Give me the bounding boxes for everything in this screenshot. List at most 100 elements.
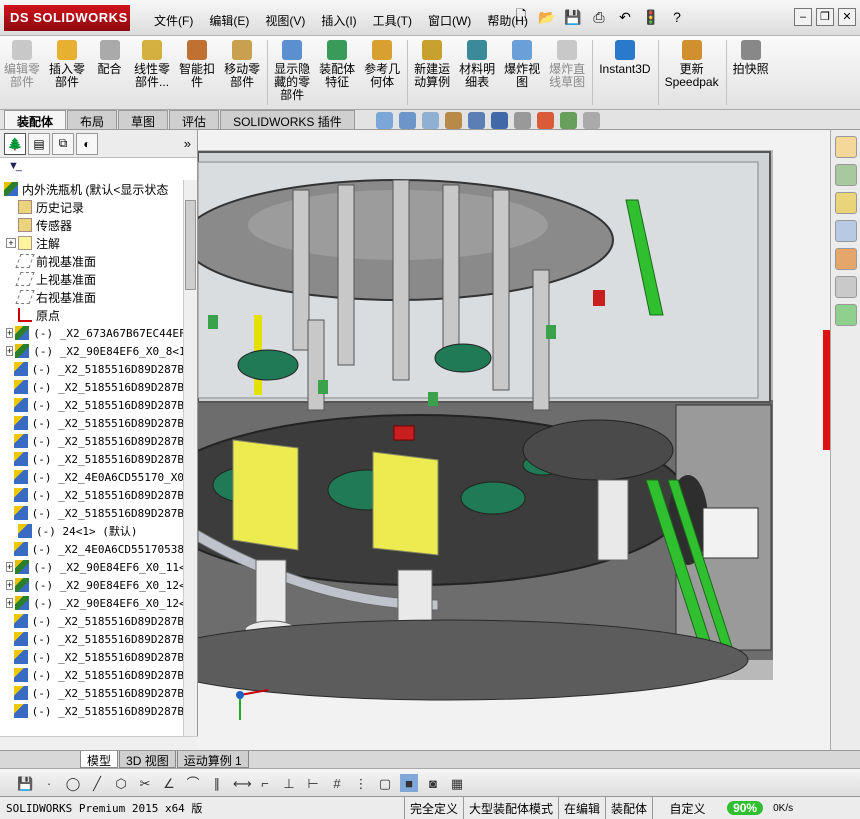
rebuild-icon[interactable]: 🚦 <box>640 6 662 28</box>
tree-item[interactable]: (-) _X2_5185516D89D287B <box>0 378 184 396</box>
expand-icon[interactable]: + <box>6 346 14 356</box>
new-document-icon[interactable]: 🗋 <box>510 6 532 28</box>
dimension-icon[interactable]: ⊢ <box>304 774 322 792</box>
zoom-area-icon[interactable] <box>399 112 416 129</box>
corner-icon[interactable]: ⌐ <box>256 774 274 792</box>
shaded-icon[interactable]: ■ <box>400 773 418 792</box>
tab-3[interactable]: 评估 <box>169 110 220 129</box>
tree-item[interactable]: + (-) _X2_90E84EF6_X0_8<1 <box>0 342 184 360</box>
ribbon-button-bom[interactable]: 材料明 细表 <box>455 36 500 109</box>
tree-item[interactable]: (-) _X2_4E0A6CD55170538 <box>0 540 184 558</box>
table-icon[interactable]: ▦ <box>448 774 466 792</box>
expand-icon[interactable]: + <box>6 598 14 608</box>
graphics-area[interactable] <box>198 130 830 750</box>
section-view-icon[interactable] <box>445 112 462 129</box>
tree-item[interactable]: 传感器 <box>0 216 184 234</box>
tree-item[interactable]: (-) _X2_5185516D89D287B <box>0 684 184 702</box>
tree-item[interactable]: + (-) _X2_90E84EF6_X0_12< <box>0 594 184 612</box>
apply-scene-icon[interactable] <box>560 112 577 129</box>
ribbon-button-snapshot[interactable]: 拍快照 <box>729 36 774 109</box>
tree-root-assembly[interactable]: 内外洗瓶机 (默认<显示状态 <box>0 180 184 198</box>
print-icon[interactable]: ⎙ <box>588 6 610 28</box>
tab-4[interactable]: SOLIDWORKS 插件 <box>220 110 355 129</box>
ribbon-button-explode-line[interactable]: 爆炸直 线草图 <box>545 36 590 109</box>
ribbon-button-linear-pattern[interactable]: 线性零 部件... <box>130 36 175 109</box>
tab-2[interactable]: 草图 <box>118 110 169 129</box>
mirror-icon[interactable]: ⟷ <box>232 774 252 792</box>
camera-icon[interactable]: ◙ <box>424 774 442 792</box>
tree-scrollbar[interactable] <box>183 180 197 736</box>
menu-item-2[interactable]: 视图(V) <box>257 8 313 33</box>
tree-item[interactable]: + (-) _X2_673A67B67EC44EF <box>0 324 184 342</box>
tree-item[interactable]: + (-) _X2_90E84EF6_X0_11< <box>0 558 184 576</box>
tree-item[interactable]: (-) 24<1> (默认) <box>0 522 184 540</box>
ribbon-button-motion-study[interactable]: 新建运 动算例 <box>410 36 455 109</box>
large-assembly-mode[interactable]: 大型装配体模式 <box>463 797 558 819</box>
file-explorer-icon[interactable] <box>834 192 857 214</box>
view-settings-icon[interactable] <box>583 112 600 129</box>
edit-appearance-icon[interactable] <box>537 112 554 129</box>
undo-icon[interactable]: ↶ <box>614 6 636 28</box>
view-palette-icon[interactable] <box>834 220 857 242</box>
linear-array-icon[interactable]: ⋮ <box>352 774 370 792</box>
tree-item[interactable]: 右视基准面 <box>0 288 184 306</box>
expand-panel-icon[interactable]: » <box>184 136 191 151</box>
bottom-tab-2[interactable]: 运动算例 1 <box>176 751 249 768</box>
zoom-to-fit-icon[interactable] <box>376 112 393 129</box>
expand-icon[interactable]: + <box>6 562 14 572</box>
previous-view-icon[interactable] <box>422 112 439 129</box>
ribbon-button-insert-components[interactable]: 插入零 部件 <box>45 36 90 109</box>
ribbon-button-edit-component[interactable]: 编辑零 部件 <box>0 36 45 109</box>
expand-icon[interactable]: + <box>6 580 14 590</box>
tree-item[interactable]: (-) _X2_5185516D89D287B <box>0 630 184 648</box>
grid-icon[interactable]: # <box>328 774 346 792</box>
tree-item[interactable]: (-) _X2_5185516D89D287B <box>0 414 184 432</box>
menu-item-3[interactable]: 插入(I) <box>313 8 364 33</box>
tree-item[interactable]: 原点 <box>0 306 184 324</box>
expand-icon[interactable]: + <box>6 328 14 338</box>
tree-item[interactable]: (-) _X2_5185516D89D287B <box>0 504 184 522</box>
feature-manager-tab-icon[interactable]: 🌲 <box>4 132 26 155</box>
ribbon-button-reference-geometry[interactable]: 参考几 何体 <box>360 36 405 109</box>
tree-item[interactable]: (-) _X2_5185516D89D287B <box>0 360 184 378</box>
tree-item[interactable]: (-) _X2_5185516D89D287B <box>0 450 184 468</box>
solidworks-forum-icon[interactable] <box>834 304 857 326</box>
trim-icon[interactable]: ✂ <box>136 774 154 792</box>
tree-item[interactable]: 上视基准面 <box>0 270 184 288</box>
tree-item[interactable]: + (-) _X2_90E84EF6_X0_12< <box>0 576 184 594</box>
display-style-icon[interactable] <box>491 112 508 129</box>
tree-item[interactable]: (-) _X2_5185516D89D287B <box>0 486 184 504</box>
ribbon-button-mate[interactable]: 配合 <box>90 36 130 109</box>
bottom-tab-0[interactable]: 模型 <box>80 751 119 768</box>
restore-icon[interactable]: ❐ <box>816 8 834 26</box>
tree-scroll-thumb[interactable] <box>185 200 196 290</box>
appearances-icon[interactable] <box>834 248 857 270</box>
ribbon-button-assembly-features[interactable]: 装配体 特征 <box>315 36 360 109</box>
tree-horizontal-scrollbar[interactable] <box>0 736 198 750</box>
minimize-icon[interactable]: – <box>794 8 812 26</box>
hide-show-items-icon[interactable] <box>514 112 531 129</box>
ribbon-button-move-component[interactable]: 移动零 部件 <box>220 36 265 109</box>
design-library-icon[interactable] <box>834 164 857 186</box>
angle-icon[interactable]: ∠ <box>160 774 178 792</box>
solidworks-logo[interactable]: DS SOLIDWORKS <box>4 5 130 31</box>
tree-item[interactable]: (-) _X2_4E0A6CD55170_X0 <box>0 468 184 486</box>
home-icon[interactable] <box>834 136 857 158</box>
tree-item[interactable]: + 注解 <box>0 234 184 252</box>
open-icon[interactable]: 📂 <box>536 6 558 28</box>
offset-icon[interactable]: ∥ <box>208 774 226 792</box>
configuration-manager-tab-icon[interactable]: ⧉ <box>52 132 74 155</box>
tree-item[interactable]: (-) _X2_5185516D89D287B <box>0 612 184 630</box>
expand-icon[interactable]: + <box>6 238 16 248</box>
tree-item[interactable]: (-) _X2_5185516D89D287B <box>0 702 184 720</box>
line-icon[interactable]: ╱ <box>88 774 106 792</box>
filter-icon[interactable]: ▼̲ <box>0 158 197 174</box>
tree-item[interactable]: (-) _X2_5185516D89D287B <box>0 396 184 414</box>
tree-item[interactable]: (-) _X2_5185516D89D287B <box>0 648 184 666</box>
tree-item[interactable]: (-) _X2_5185516D89D287B <box>0 666 184 684</box>
ribbon-button-exploded-view[interactable]: 爆炸视 图 <box>500 36 545 109</box>
help-icon[interactable]: ? <box>666 6 688 28</box>
display-manager-tab-icon[interactable]: ◐ <box>76 132 98 155</box>
bottom-tab-1[interactable]: 3D 视图 <box>119 751 176 768</box>
ribbon-button-instant3d[interactable]: Instant3D <box>595 36 655 109</box>
